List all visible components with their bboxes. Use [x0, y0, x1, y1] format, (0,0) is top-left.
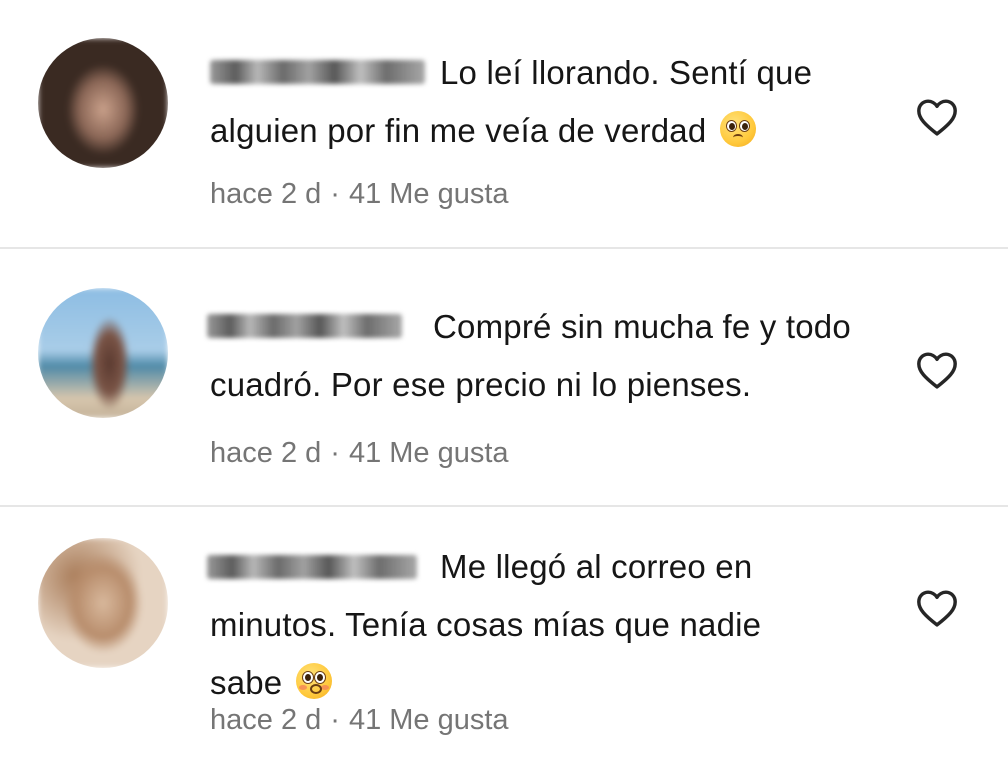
comment-text: Compré sin mucha fe y todo cuadró. Por e… — [210, 308, 851, 403]
comment-likes-count[interactable]: 41 Me gusta — [349, 178, 509, 210]
heart-outline-icon — [917, 99, 957, 136]
comment-item: Compré sin mucha fe y todo cuadró. Por e… — [0, 250, 1008, 506]
heart-outline-icon — [917, 352, 957, 389]
avatar[interactable] — [38, 38, 168, 168]
comment-likes-count[interactable]: 41 Me gusta — [349, 704, 509, 736]
comment-list: Lo leí llorando. Sentí que alguien por f… — [0, 0, 1008, 768]
heart-outline-icon — [917, 590, 957, 627]
avatar[interactable] — [38, 538, 168, 668]
comment-timestamp[interactable]: hace 2 d — [210, 704, 321, 736]
comment-text: Lo leí llorando. Sentí que alguien por f… — [210, 54, 813, 149]
comment-meta: hace 2 d · 41 Me gusta — [210, 704, 509, 736]
comment-meta: hace 2 d · 41 Me gusta — [210, 437, 509, 469]
like-button[interactable] — [915, 350, 959, 390]
divider — [0, 247, 1008, 249]
comment-likes-count[interactable]: 41 Me gusta — [349, 437, 509, 469]
divider — [0, 505, 1008, 507]
comment-timestamp[interactable]: hace 2 d — [210, 178, 321, 210]
comment-item: Lo leí llorando. Sentí que alguien por f… — [0, 0, 1008, 248]
pleading-face-icon — [719, 111, 756, 147]
like-button[interactable] — [915, 97, 959, 137]
flushed-face-icon — [295, 663, 332, 699]
comment-text: Me llegó al correo en minutos. Tenía cos… — [210, 548, 762, 701]
comment-meta: hace 2 d · 41 Me gusta — [210, 178, 509, 210]
like-button[interactable] — [915, 588, 959, 628]
avatar[interactable] — [38, 288, 168, 418]
comment-item: Me llegó al correo en minutos. Tenía cos… — [0, 508, 1008, 768]
comment-timestamp[interactable]: hace 2 d — [210, 437, 321, 469]
